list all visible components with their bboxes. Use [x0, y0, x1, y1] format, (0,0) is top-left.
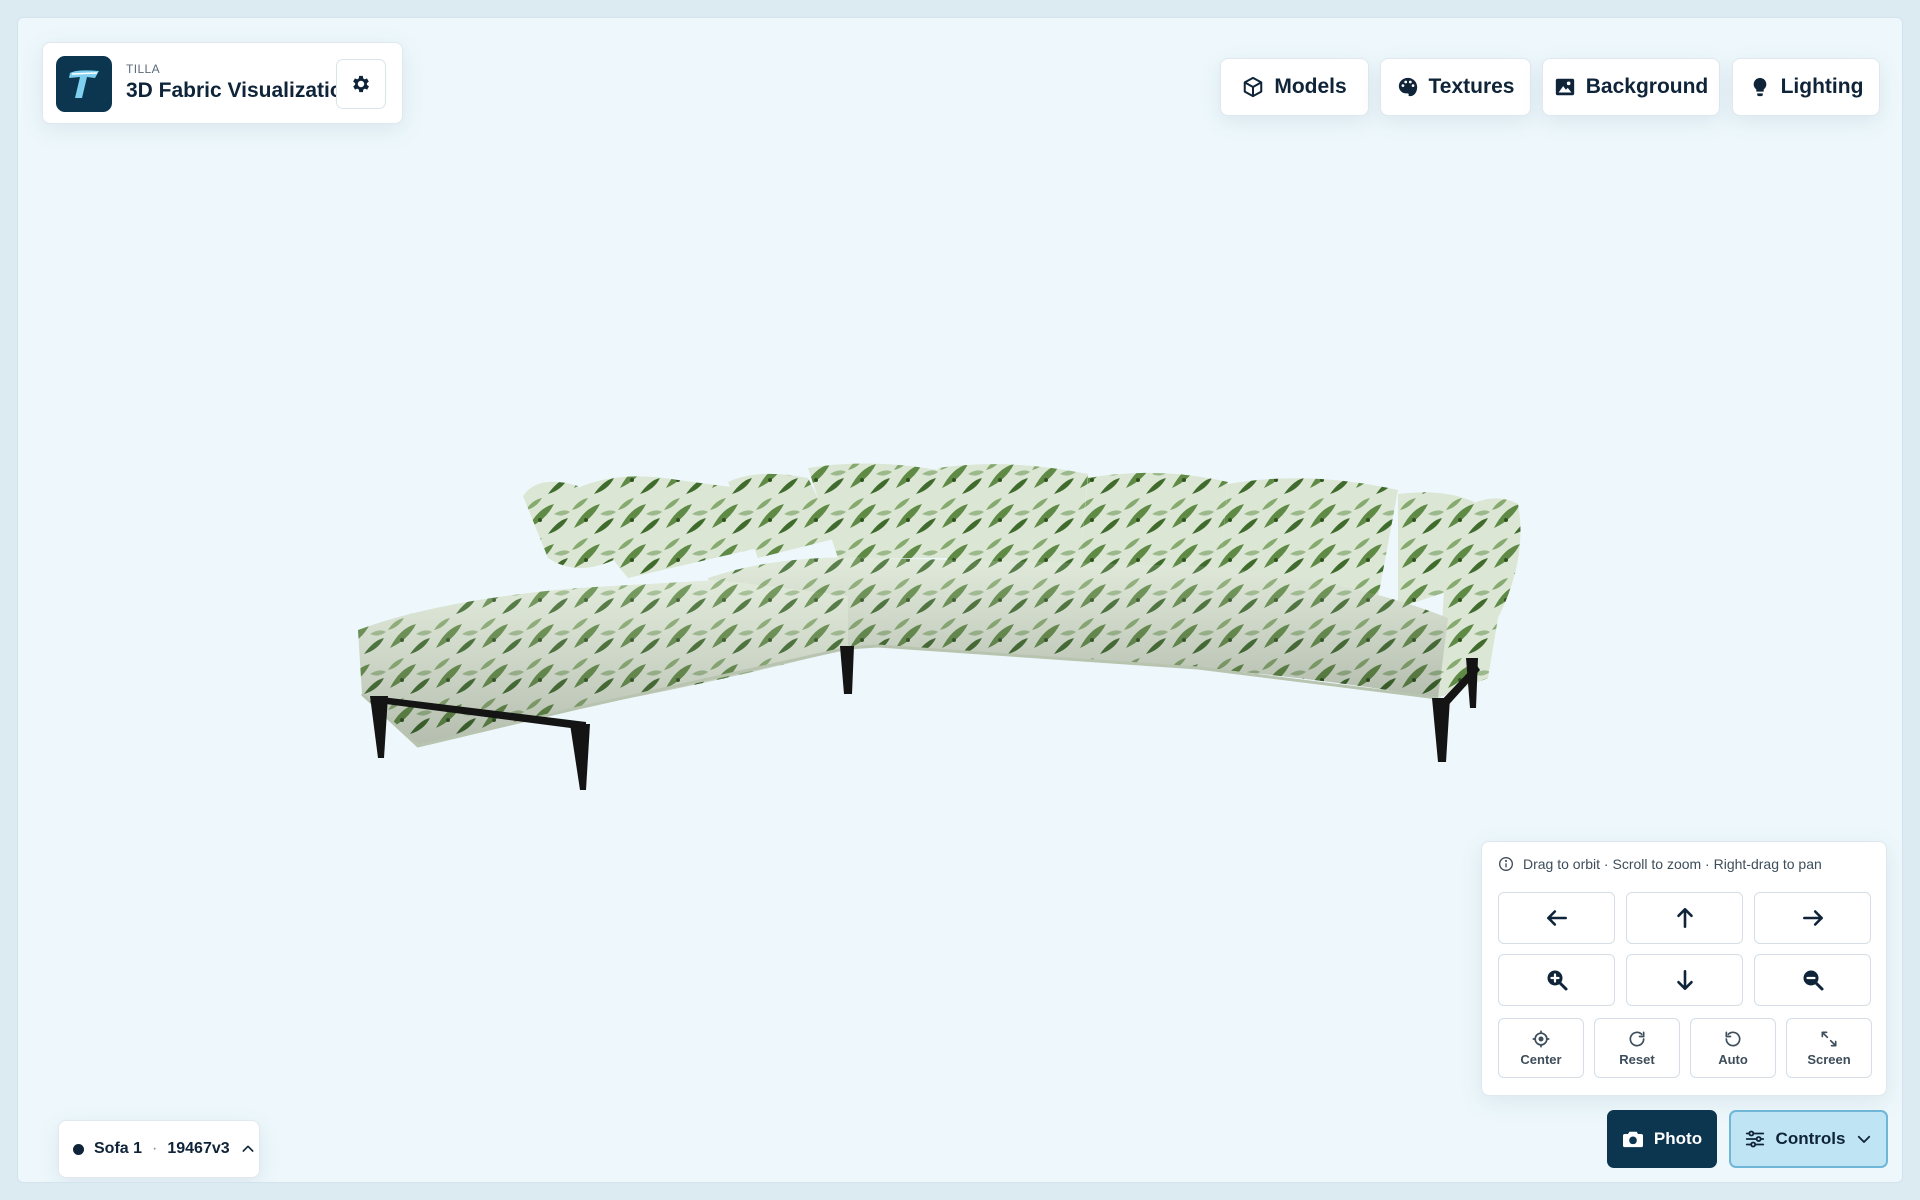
auto-rotate-button[interactable]: Auto: [1690, 1018, 1776, 1078]
arrow-right-icon: [1802, 910, 1823, 926]
palette-icon: [1398, 77, 1417, 97]
center-label: Center: [1520, 1052, 1562, 1067]
arrow-down-icon: [1676, 970, 1693, 990]
photo-button[interactable]: Photo: [1607, 1110, 1717, 1168]
screen-label: Screen: [1807, 1052, 1851, 1067]
app-title: 3D Fabric Visualization: [126, 79, 356, 102]
brand-kicker: TILLA: [126, 62, 161, 76]
expand-icon: [1821, 1031, 1837, 1047]
background-label: Background: [1585, 75, 1709, 98]
zoom-out-button[interactable]: [1754, 954, 1871, 1006]
textures-label: Textures: [1428, 75, 1515, 98]
fabric-code: 19467v3: [167, 1140, 230, 1157]
rotate-cw-icon: [1629, 1031, 1645, 1047]
pan-down-button[interactable]: [1626, 954, 1743, 1006]
chevron-up-icon: [242, 1145, 254, 1152]
gear-icon: [353, 75, 369, 93]
reset-label: Reset: [1619, 1052, 1655, 1067]
models-button[interactable]: Models: [1220, 58, 1369, 116]
cube-icon: [1244, 76, 1263, 98]
controls-label: Controls: [1775, 1129, 1846, 1148]
photo-label: Photo: [1653, 1129, 1703, 1148]
settings-button[interactable]: [336, 59, 386, 109]
rotate-ccw-icon: [1725, 1031, 1741, 1047]
zoom-in-icon: [1547, 970, 1567, 991]
brand-panel: TILLA 3D Fabric Visualization: [42, 42, 403, 124]
right-arm: [1438, 498, 1521, 698]
chevron-down-icon: [1858, 1135, 1871, 1143]
auto-label: Auto: [1718, 1052, 1748, 1067]
textures-button[interactable]: Textures: [1380, 58, 1531, 116]
status-dot: [73, 1143, 84, 1155]
3d-viewport[interactable]: TILLA 3D Fabric Visualization Models Tex…: [17, 17, 1903, 1183]
hint-text: Drag to orbit · Scroll to zoom · Right-d…: [1523, 856, 1822, 872]
model-selector-chip[interactable]: Sofa 1 · 19467v3: [58, 1120, 260, 1178]
pan-right-button[interactable]: [1754, 892, 1871, 944]
crosshair-icon: [1532, 1030, 1550, 1048]
model-name: Sofa 1: [94, 1140, 143, 1157]
image-icon: [1555, 78, 1574, 96]
fullscreen-button[interactable]: Screen: [1786, 1018, 1872, 1078]
controls-toggle-button[interactable]: Controls: [1729, 1110, 1888, 1168]
pan-left-button[interactable]: [1498, 892, 1615, 944]
reset-button[interactable]: Reset: [1594, 1018, 1680, 1078]
lighting-label: Lighting: [1780, 75, 1864, 98]
models-label: Models: [1274, 75, 1347, 98]
center-button[interactable]: Center: [1498, 1018, 1584, 1078]
sliders-icon: [1745, 1130, 1764, 1148]
arrow-up-icon: [1676, 908, 1693, 928]
camera-icon: [1622, 1131, 1643, 1148]
bulb-icon: [1753, 77, 1766, 97]
controls-hint: Drag to orbit · Scroll to zoom · Right-d…: [1498, 856, 1822, 872]
tilla-logo: [56, 56, 112, 112]
zoom-in-button[interactable]: [1498, 954, 1615, 1006]
info-icon: [1499, 857, 1513, 871]
pan-up-button[interactable]: [1626, 892, 1743, 944]
background-button[interactable]: Background: [1542, 58, 1720, 116]
camera-controls-panel: Drag to orbit · Scroll to zoom · Right-d…: [1481, 841, 1887, 1096]
arrow-left-icon: [1546, 910, 1567, 926]
zoom-out-icon: [1803, 970, 1823, 991]
lighting-button[interactable]: Lighting: [1732, 58, 1880, 116]
chip-separator: ·: [152, 1140, 158, 1157]
